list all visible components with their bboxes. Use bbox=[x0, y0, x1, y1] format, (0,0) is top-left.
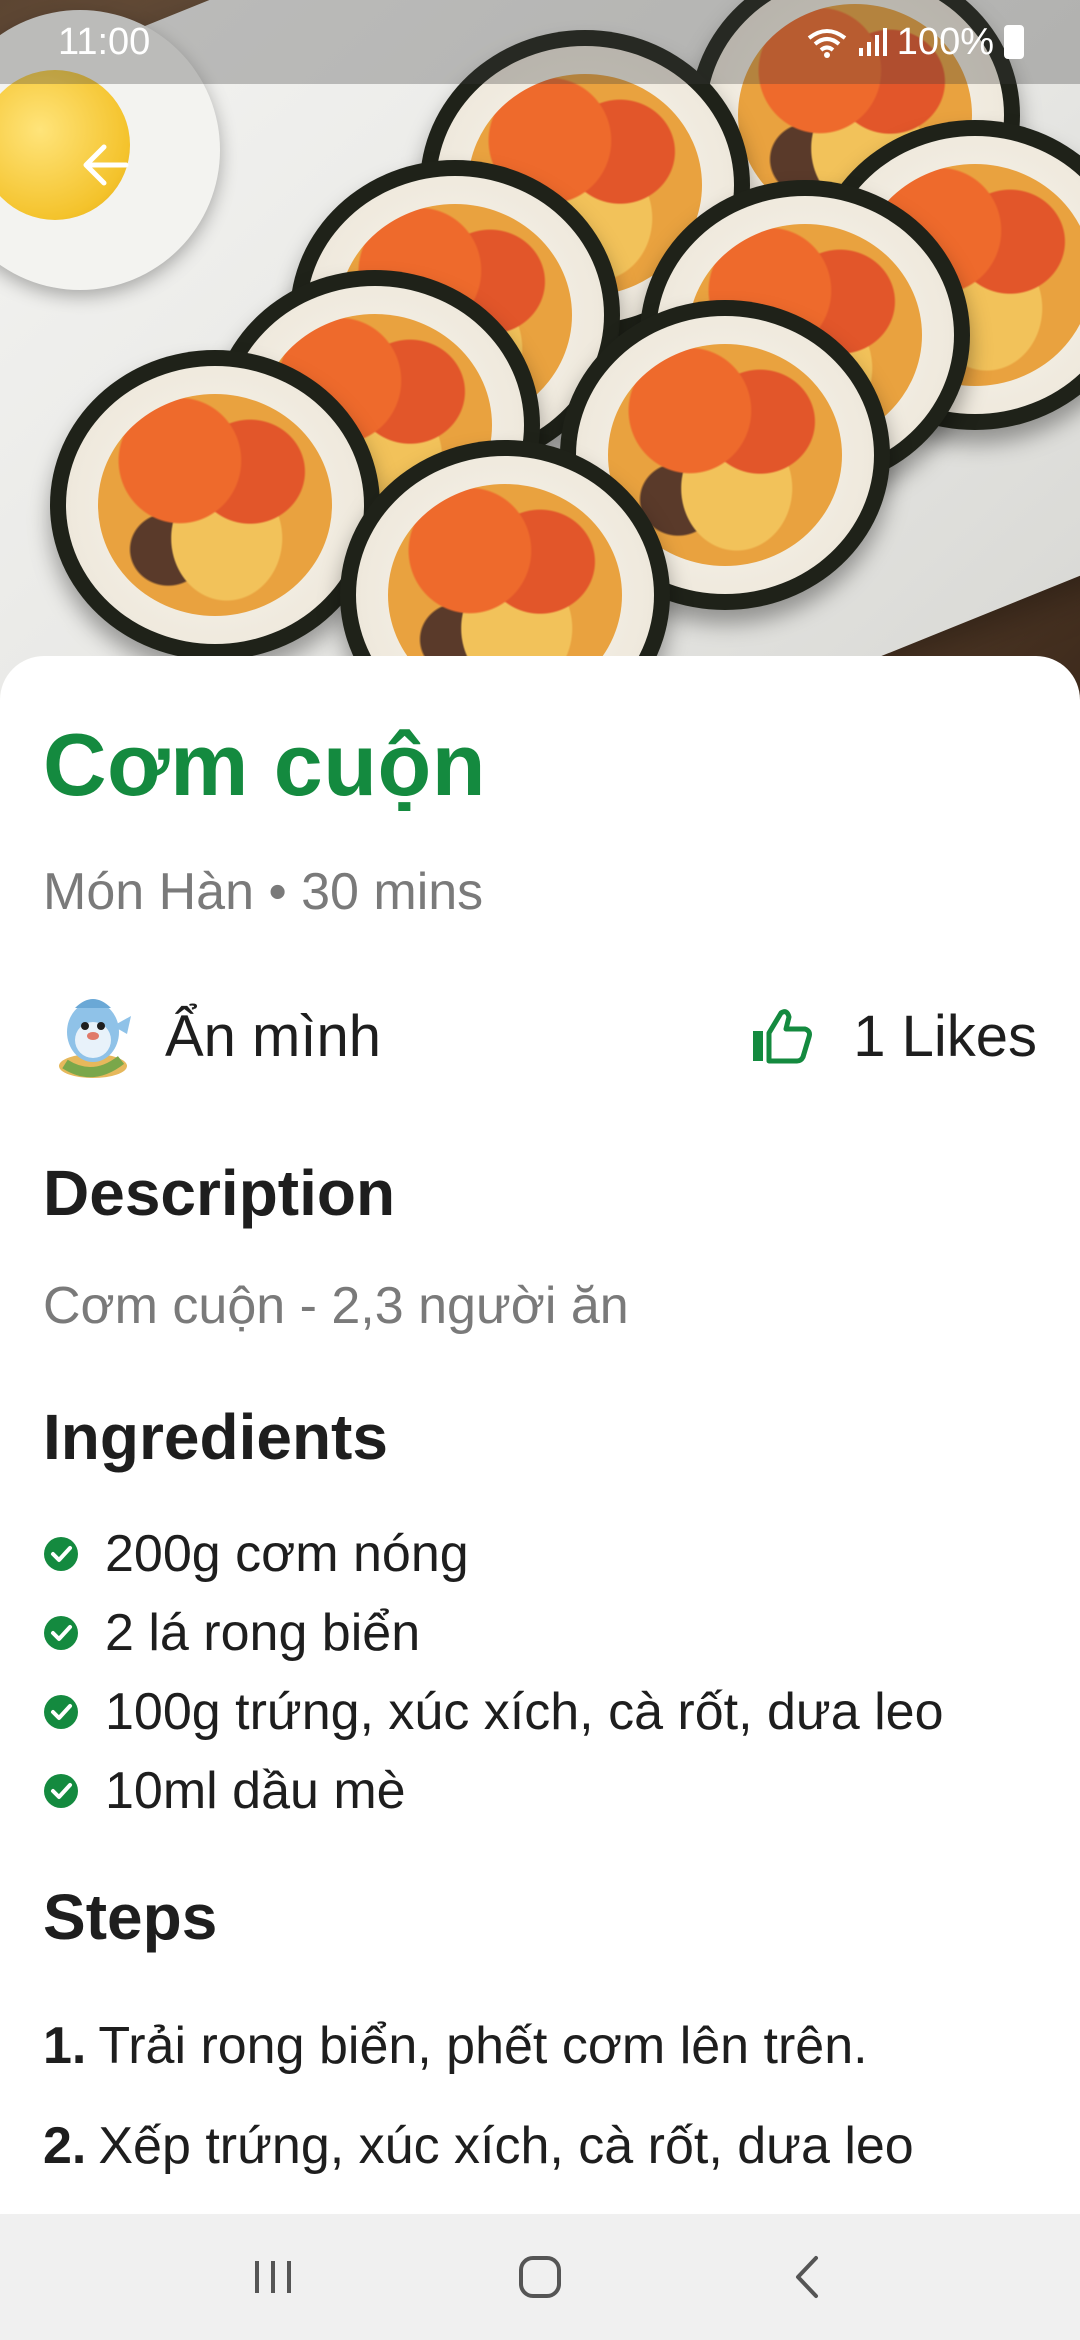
check-circle-icon bbox=[44, 1615, 78, 1650]
avatar bbox=[59, 999, 131, 1078]
step-number: 1. bbox=[43, 2017, 87, 2075]
description-heading: Description bbox=[43, 1157, 396, 1229]
check-circle-icon bbox=[44, 1773, 78, 1808]
status-time: 11:00 bbox=[58, 20, 151, 63]
recipe-content-card: Cơm cuộn Món Hàn • 30 mins Ẩn mình 1 Lik… bbox=[0, 656, 1080, 2216]
step-item: 1. Trải rong biển, phết cơm lên trên. bbox=[43, 1996, 914, 2096]
ingredient-text: 200g cơm nóng bbox=[105, 1524, 469, 1583]
ingredient-text: 2 lá rong biển bbox=[105, 1603, 421, 1662]
recent-apps-icon bbox=[255, 2261, 292, 2293]
ingredient-item: 2 lá rong biển bbox=[43, 1593, 944, 1672]
ingredient-item: 100g trứng, xúc xích, cà rốt, dưa leo bbox=[43, 1672, 944, 1751]
status-icons: 100% bbox=[807, 21, 1024, 64]
step-text: Xếp trứng, xúc xích, cà rốt, dưa leo bbox=[98, 2117, 914, 2175]
signal-icon bbox=[858, 28, 887, 56]
recipe-meta: Món Hàn • 30 mins bbox=[43, 863, 484, 921]
home-icon bbox=[518, 2256, 561, 2298]
roll-shape bbox=[50, 350, 380, 660]
step-number: 2. bbox=[43, 2117, 87, 2175]
ingredient-item: 200g cơm nóng bbox=[43, 1514, 944, 1593]
step-text: Trải rong biển, phết cơm lên trên. bbox=[98, 2017, 868, 2075]
steps-list: 1. Trải rong biển, phết cơm lên trên. 2.… bbox=[43, 1996, 914, 2196]
step-item: 2. Xếp trứng, xúc xích, cà rốt, dưa leo bbox=[43, 2096, 914, 2196]
arrow-left-icon bbox=[83, 144, 129, 186]
back-button[interactable] bbox=[70, 130, 140, 200]
wifi-icon bbox=[807, 29, 847, 58]
system-back-button[interactable] bbox=[762, 2232, 852, 2322]
ingredients-heading: Ingredients bbox=[43, 1401, 388, 1473]
check-circle-icon bbox=[44, 1694, 78, 1729]
recipe-hero-image bbox=[0, 0, 1080, 700]
battery-icon bbox=[1004, 25, 1024, 59]
author-info[interactable]: Ẩn mình bbox=[43, 986, 381, 1086]
recipe-detail-screen: 11:00 100% Cơm cuộn Món Hàn • 30 mins Ẩn… bbox=[0, 0, 1080, 2340]
back-icon bbox=[795, 2256, 818, 2298]
likes-count: 1 Likes bbox=[853, 1003, 1037, 1069]
battery-level: 100% bbox=[896, 20, 994, 63]
thumbs-up-icon[interactable] bbox=[749, 1007, 813, 1065]
navigation-bar bbox=[0, 2214, 1080, 2340]
description-text: Cơm cuộn - 2,3 người ăn bbox=[43, 1277, 629, 1335]
ingredient-text: 10ml dầu mè bbox=[105, 1761, 406, 1820]
ingredients-list: 200g cơm nóng 2 lá rong biển 100g trứng,… bbox=[43, 1514, 944, 1830]
author-name: Ẩn mình bbox=[165, 1003, 381, 1069]
ingredient-text: 100g trứng, xúc xích, cà rốt, dưa leo bbox=[105, 1682, 944, 1741]
steps-heading: Steps bbox=[43, 1881, 218, 1953]
check-circle-icon bbox=[44, 1536, 78, 1571]
recipe-title: Cơm cuộn bbox=[43, 715, 487, 814]
recent-apps-button[interactable] bbox=[228, 2232, 318, 2322]
author-row: Ẩn mình 1 Likes bbox=[43, 986, 1037, 1086]
status-bar: 11:00 100% bbox=[0, 0, 1080, 84]
home-button[interactable] bbox=[495, 2232, 585, 2322]
ingredient-item: 10ml dầu mè bbox=[43, 1751, 944, 1830]
likes-group[interactable]: 1 Likes bbox=[749, 1003, 1037, 1070]
